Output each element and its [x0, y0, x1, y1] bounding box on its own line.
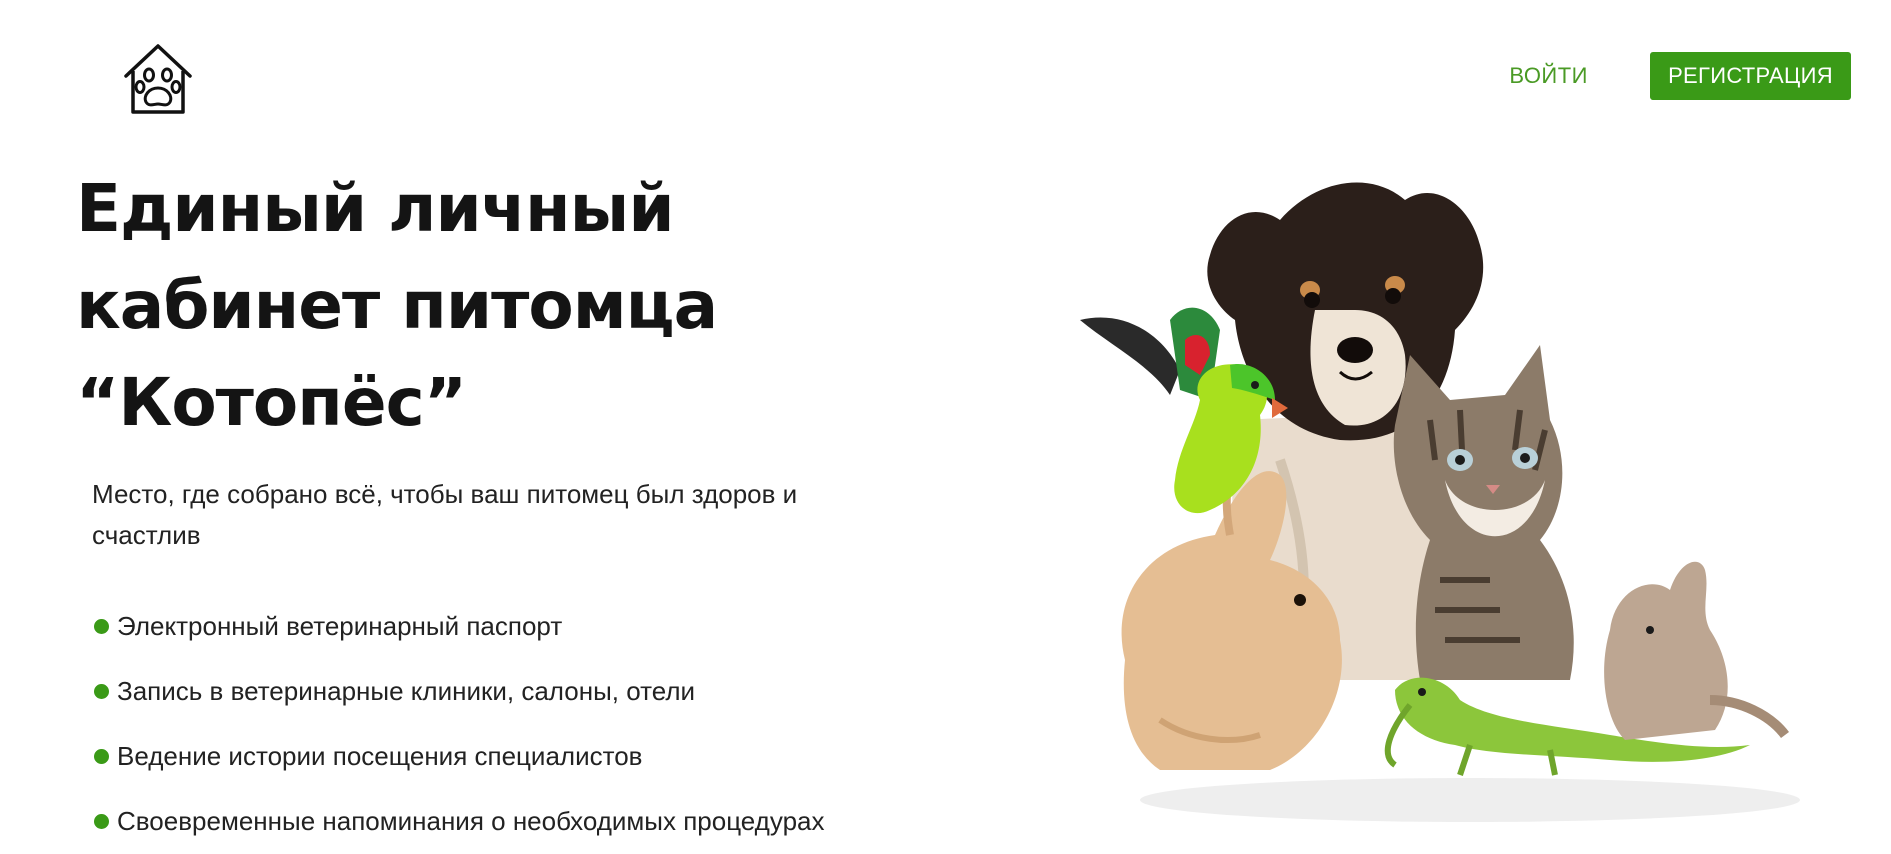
- logo[interactable]: [118, 38, 198, 118]
- title-line: кабинет питомца: [76, 267, 718, 344]
- bullet-icon: [94, 749, 109, 764]
- bullet-icon: [94, 814, 109, 829]
- list-item: Ведение истории посещения специалистов: [94, 724, 824, 789]
- bullet-icon: [94, 619, 109, 634]
- feature-text: Электронный ветеринарный паспорт: [117, 611, 563, 641]
- register-button[interactable]: РЕГИСТРАЦИЯ: [1650, 52, 1851, 100]
- page-title: Единый личный кабинет питомца “Котопёс”: [76, 160, 718, 451]
- bullet-icon: [94, 684, 109, 699]
- header-nav: ВОЙТИ РЕГИСТРАЦИЯ: [1509, 52, 1851, 100]
- title-line: Единый личный: [76, 170, 675, 247]
- feature-list: Электронный ветеринарный паспорт Запись …: [94, 594, 824, 854]
- pet-house-paw-icon: [124, 44, 192, 114]
- list-item: Запись в ветеринарные клиники, салоны, о…: [94, 659, 824, 724]
- feature-text: Ведение истории посещения специалистов: [117, 741, 643, 771]
- pets-illustration: [1080, 182, 1800, 822]
- feature-text: Запись в ветеринарные клиники, салоны, о…: [117, 676, 696, 706]
- login-link[interactable]: ВОЙТИ: [1509, 63, 1588, 89]
- feature-text: Своевременные напоминания о необходимых …: [117, 806, 825, 836]
- list-item: Электронный ветеринарный паспорт: [94, 594, 824, 659]
- list-item: Своевременные напоминания о необходимых …: [94, 789, 824, 854]
- hero-subtitle: Место, где собрано всё, чтобы ваш питоме…: [92, 479, 798, 550]
- title-line: “Котопёс”: [76, 364, 467, 441]
